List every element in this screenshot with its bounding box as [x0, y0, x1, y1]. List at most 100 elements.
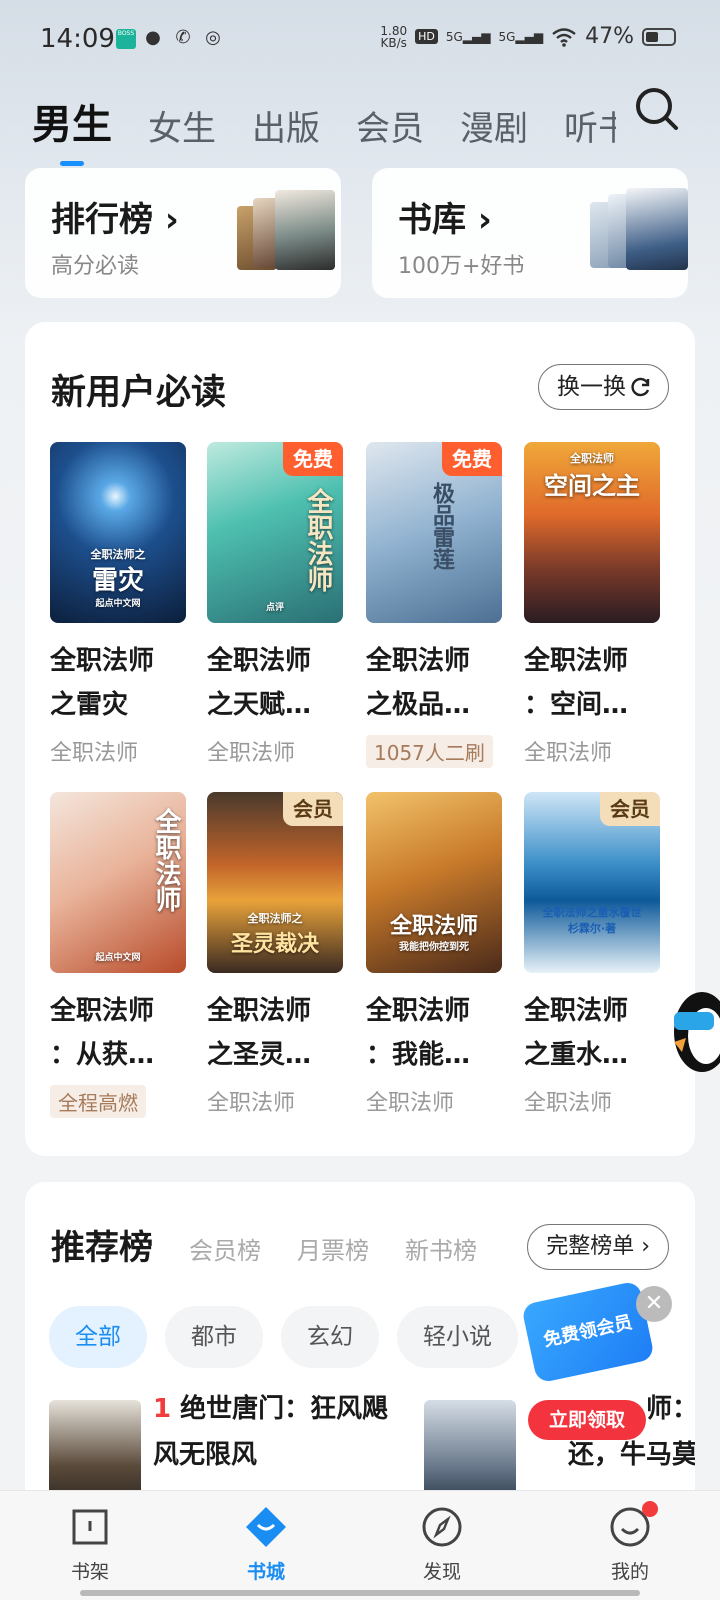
cover-text: 空间之主 [544, 472, 640, 500]
battery-level: 47% [585, 24, 634, 49]
bottom-nav: 书架 书城 发现 我的 [0, 1490, 720, 1600]
chat-icon: ● [145, 27, 161, 48]
ranking-card-subtitle: 高分必读 [51, 254, 140, 279]
book-title: 全职法师 之天赋… [207, 646, 312, 720]
chip-all[interactable]: 全部 [49, 1306, 147, 1368]
book-subtitle: 全职法师 [50, 741, 139, 766]
claim-now-button[interactable]: 立即领取 [528, 1400, 646, 1440]
book-title: 全职法师 ：我能… [366, 996, 471, 1070]
ranking-card[interactable]: 排行榜 › 高分必读 [25, 168, 341, 298]
book-subtitle: 全职法师 [207, 741, 296, 766]
book-subtitle: 全职法师 [524, 741, 613, 766]
free-badge: 免费 [442, 442, 502, 476]
cover-text: 全职法师之重水覆世 [542, 906, 642, 919]
home-indicator[interactable] [80, 1590, 640, 1596]
missed-call-icon: ✆ [175, 27, 191, 48]
nav-label: 书城 [246, 1561, 285, 1583]
nav-bookstore[interactable]: 书城 [216, 1505, 316, 1584]
book-title: 全职法师 ：从获… [50, 996, 155, 1070]
section-title: 新用户必读 [51, 373, 227, 413]
category-chips: 全部 都市 玄幻 轻小说 [49, 1306, 518, 1368]
book-tag: 全程高燃 [50, 1085, 146, 1118]
book-cover: 会员 全职法师之重水覆世 杉霖尔·著 [524, 792, 660, 973]
tab-audiobook[interactable]: 听书 [564, 101, 616, 150]
new-user-section: 新用户必读 换一换 全职法师之 雷灾 起点中文网 全职法师 之雷灾 全职法师 免费… [25, 322, 695, 1156]
nav-discover[interactable]: 发现 [392, 1505, 492, 1584]
rank-title: 1 绝世唐门：狂风飓 风无限风 [153, 1394, 389, 1470]
book-card[interactable]: 免费 全职法师 点评 全职法师 之天赋… 全职法师 [207, 442, 343, 767]
book-tag: 1057人二刷 [366, 735, 493, 768]
chip-urban[interactable]: 都市 [165, 1306, 263, 1368]
chip-light-novel[interactable]: 轻小说 [397, 1306, 518, 1368]
status-time: 14:09 [40, 24, 115, 54]
cover-text: 杉霖尔·著 [567, 922, 617, 935]
camera-icon: ◎ [205, 27, 221, 48]
nav-label: 发现 [422, 1561, 461, 1583]
nav-label: 我的 [610, 1561, 649, 1583]
nav-label: 书架 [70, 1561, 109, 1583]
book-subtitle: 全职法师 [207, 1091, 296, 1116]
refresh-button[interactable]: 换一换 [538, 364, 669, 410]
book-cover: 全职法师之 雷灾 起点中文网 [50, 442, 186, 623]
book-cover: 免费 极品雷莲 [366, 442, 502, 623]
search-icon[interactable] [632, 84, 682, 134]
vip-badge: 会员 [283, 792, 343, 826]
free-badge: 免费 [283, 442, 343, 476]
book-cover: 会员 全职法师之 圣灵裁决 [207, 792, 343, 973]
channel-tabs: 男生 女生 出版 会员 漫剧 听书 [32, 80, 652, 166]
rank-tab-monthly[interactable]: 月票榜 [297, 1231, 369, 1266]
book-card[interactable]: 全职法师 起点中文网 全职法师 ：从获… 全程高燃 [50, 792, 186, 1118]
mini-cover [275, 190, 335, 270]
wifi-icon [552, 27, 576, 47]
compass-icon [422, 1507, 462, 1547]
notification-dot [642, 1501, 658, 1517]
book-card[interactable]: 会员 全职法师之 圣灵裁决 全职法师 之圣灵… 全职法师 [207, 792, 343, 1117]
full-list-label: 完整榜单 [546, 1234, 635, 1259]
book-card[interactable]: 会员 全职法师之重水覆世 杉霖尔·著 全职法师 之重水… 全职法师 [524, 792, 660, 1117]
book-title: 全职法师 之雷灾 [50, 646, 155, 720]
library-card[interactable]: 书库 › 100万+好书 [372, 168, 688, 298]
signal-icon: 5G▂▄▆ [445, 29, 491, 44]
battery-icon [642, 27, 676, 46]
book-title: 全职法师 之重水… [524, 996, 629, 1070]
rank-tab-new[interactable]: 新书榜 [405, 1231, 477, 1266]
tab-member[interactable]: 会员 [356, 101, 424, 150]
cover-text: 极品雷莲 [429, 482, 454, 570]
rank-tab-recommend[interactable]: 推荐榜 [51, 1220, 153, 1269]
cover-text: 全职法师之 [247, 912, 303, 925]
library-card-title: 书库 [398, 200, 466, 240]
book-card[interactable]: 全职法师 空间之主 全职法师 ：空间… 全职法师 [524, 442, 660, 767]
status-bar: 14:09 BOSS ● ✆ ◎ 1.80 KB/s HD 5G▂▄▆ 5G▂▄… [0, 0, 720, 80]
book-title: 全职法师 ：空间… [524, 646, 629, 720]
penguin-mascot-icon[interactable] [668, 982, 720, 1074]
book-card[interactable]: 免费 极品雷莲 全职法师 之极品… 1057人二刷 [366, 442, 502, 768]
cover-text: 我能把你控到死 [399, 942, 469, 953]
status-right: 1.80 KB/s HD 5G▂▄▆ 5G▂▄▆ 47% [380, 24, 676, 49]
library-card-subtitle: 100万+好书 [398, 254, 525, 279]
tab-female[interactable]: 女生 [148, 101, 216, 150]
book-card[interactable]: 全职法师之 雷灾 起点中文网 全职法师 之雷灾 全职法师 [50, 442, 186, 767]
book-title: 全职法师 之极品… [366, 646, 471, 720]
tab-short-drama[interactable]: 漫剧 [460, 101, 528, 150]
book-card[interactable]: 全职法师 我能把你控到死 全职法师 ：我能… 全职法师 [366, 792, 502, 1117]
close-icon[interactable]: ✕ [636, 1286, 672, 1322]
cover-text: 全职法师 [303, 488, 333, 592]
net-speed: 1.80 KB/s [380, 23, 408, 50]
tab-male[interactable]: 男生 [32, 92, 112, 166]
rank-tab-member[interactable]: 会员榜 [189, 1231, 261, 1266]
vip-badge: 会员 [600, 792, 660, 826]
bookstore-icon [246, 1507, 286, 1547]
chip-fantasy[interactable]: 玄幻 [281, 1306, 379, 1368]
cover-text: 起点中文网 [95, 599, 141, 609]
full-list-button[interactable]: 完整榜单 › [527, 1224, 669, 1270]
refresh-label: 换一换 [557, 374, 626, 400]
ranking-card-title: 排行榜 [51, 200, 153, 240]
cover-text: 全职法师 [570, 452, 614, 465]
nav-bookshelf[interactable]: 书架 [40, 1505, 140, 1584]
nav-me[interactable]: 我的 [580, 1501, 680, 1584]
tab-publish[interactable]: 出版 [252, 101, 320, 150]
book-title: 全职法师 之圣灵… [207, 996, 312, 1070]
book-subtitle: 全职法师 [524, 1091, 613, 1116]
refresh-icon [631, 377, 650, 397]
book-subtitle: 全职法师 [366, 1091, 455, 1116]
